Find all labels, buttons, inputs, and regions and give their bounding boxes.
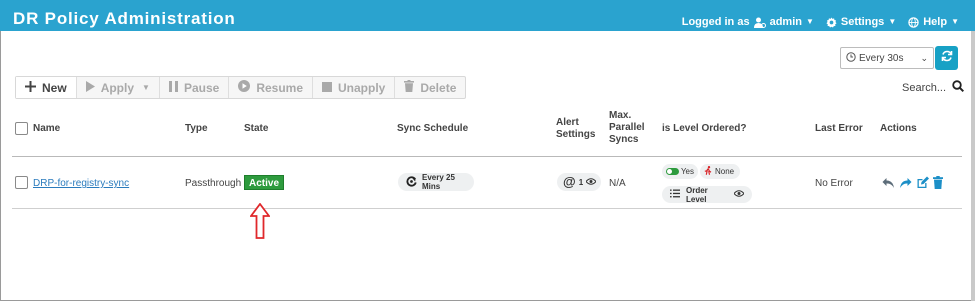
chevron-down-icon: ⌄: [920, 53, 928, 63]
resume-button[interactable]: Resume: [229, 77, 313, 98]
refresh-button[interactable]: [935, 46, 958, 70]
select-all-checkbox[interactable]: [15, 122, 28, 135]
order-level-pill[interactable]: Order Level: [662, 185, 752, 204]
chevron-down-icon: ▼: [888, 17, 897, 26]
action-toolbar: New Apply ▼ Pause Resume Unapply Delete: [15, 76, 467, 99]
edit-icon[interactable]: [916, 176, 929, 189]
delete-button[interactable]: Delete: [395, 77, 465, 98]
chevron-down-icon: ▼: [951, 17, 959, 26]
column-header-alert-settings[interactable]: Alert Settings: [556, 117, 595, 141]
order-level-label: Order Level: [686, 185, 708, 204]
apply-button-label: Apply: [100, 80, 135, 95]
search-label: Search...: [902, 81, 947, 94]
column-header-max-parallel-syncs[interactable]: Max. Parallel Syncs: [609, 110, 645, 146]
pause-button-label: Pause: [183, 80, 220, 95]
row-divider: [12, 208, 962, 209]
max-parallel-syncs-value: N/A: [609, 178, 626, 189]
policy-type: Passthrough: [185, 178, 242, 189]
play-icon: [85, 80, 95, 95]
row-select-checkbox[interactable]: [15, 176, 28, 189]
header-menu: Logged in as admin ▼ Settings ▼ Help ▼: [682, 16, 959, 28]
help-label: Help: [923, 16, 948, 28]
refresh-icon: [941, 49, 953, 67]
chevron-down-icon: ▼: [142, 83, 150, 92]
eye-icon: [585, 177, 597, 187]
search-box[interactable]: Search...: [902, 80, 965, 95]
column-header-state[interactable]: State: [244, 123, 268, 135]
row-actions: [882, 176, 943, 189]
apply-button[interactable]: Apply ▼: [77, 77, 160, 98]
clock-icon: [846, 51, 856, 65]
sync-schedule-pill[interactable]: Every 25 Mins: [398, 173, 474, 191]
eye-icon: [733, 190, 745, 199]
search-icon[interactable]: [952, 80, 965, 95]
trash-icon[interactable]: [933, 176, 943, 189]
refresh-interval-value: Every 30s: [859, 52, 904, 64]
logged-in-label: Logged in as: [681, 16, 750, 28]
sync-icon: [406, 175, 417, 189]
help-menu[interactable]: Help ▼: [908, 16, 959, 28]
user-menu[interactable]: Logged in as admin ▼: [682, 16, 814, 28]
settings-menu[interactable]: Settings ▼: [826, 16, 896, 28]
last-error-value: No Error: [815, 178, 853, 189]
at-sign-icon: @: [563, 174, 576, 189]
alert-count: 1: [578, 177, 584, 187]
stop-icon: [322, 81, 332, 95]
share-icon[interactable]: [899, 177, 912, 189]
running-person-icon: [704, 166, 712, 177]
undo-icon[interactable]: [882, 177, 895, 189]
window-frame: [0, 0, 975, 301]
alert-settings-pill[interactable]: @ 1: [557, 173, 601, 191]
trash-icon: [404, 80, 415, 95]
settings-label: Settings: [840, 16, 885, 28]
pause-button[interactable]: Pause: [160, 77, 230, 98]
column-header-type[interactable]: Type: [185, 123, 208, 135]
max-parallel-line-2: Parallel: [609, 122, 645, 133]
level-ordered-yes-pill[interactable]: Yes: [662, 164, 698, 179]
user-icon: [753, 17, 766, 28]
annotation-arrow-icon: [249, 202, 271, 244]
top-header-bar: DR Policy Administration Logged in as ad…: [0, 0, 975, 31]
level-ordered-yes: Yes: [680, 167, 694, 176]
column-header-name[interactable]: Name: [33, 123, 60, 135]
column-header-actions: Actions: [880, 123, 917, 134]
toggle-on-icon: [666, 168, 679, 175]
policy-name-link[interactable]: DRP-for-registry-sync: [33, 178, 129, 190]
column-header-level-ordered[interactable]: is Level Ordered?: [662, 123, 746, 135]
unapply-button[interactable]: Unapply: [313, 77, 396, 98]
plus-icon: [25, 80, 36, 95]
chevron-down-icon: ▼: [805, 17, 814, 26]
play-circle-icon: [238, 80, 251, 95]
vertical-scrollbar[interactable]: [971, 31, 975, 301]
sync-schedule-value: Every 25 Mins: [422, 173, 455, 191]
page-title: DR Policy Administration: [13, 9, 236, 28]
column-header-last-error[interactable]: Last Error: [815, 123, 863, 135]
max-parallel-line-3: Syncs: [609, 134, 639, 145]
status-badge: Active: [244, 175, 285, 190]
alert-settings-line-2: Settings: [556, 129, 596, 140]
level-none-value: None: [715, 167, 735, 176]
new-button[interactable]: New: [16, 77, 77, 98]
list-ordered-icon: [670, 189, 680, 200]
level-none-pill[interactable]: None: [700, 164, 740, 179]
delete-button-label: Delete: [420, 80, 457, 95]
max-parallel-line-1: Max.: [609, 110, 632, 121]
alert-settings-line-1: Alert: [556, 117, 579, 128]
resume-button-label: Resume: [256, 80, 303, 95]
unapply-button-label: Unapply: [338, 80, 386, 95]
username: admin: [769, 16, 802, 28]
pause-icon: [168, 80, 178, 95]
gear-icon: [826, 16, 837, 28]
header-divider: [12, 156, 962, 157]
globe-icon: [908, 16, 919, 28]
column-header-sync-schedule[interactable]: Sync Schedule: [397, 123, 468, 135]
new-button-label: New: [42, 80, 67, 95]
refresh-interval-select[interactable]: Every 30s ⌄: [840, 47, 934, 69]
